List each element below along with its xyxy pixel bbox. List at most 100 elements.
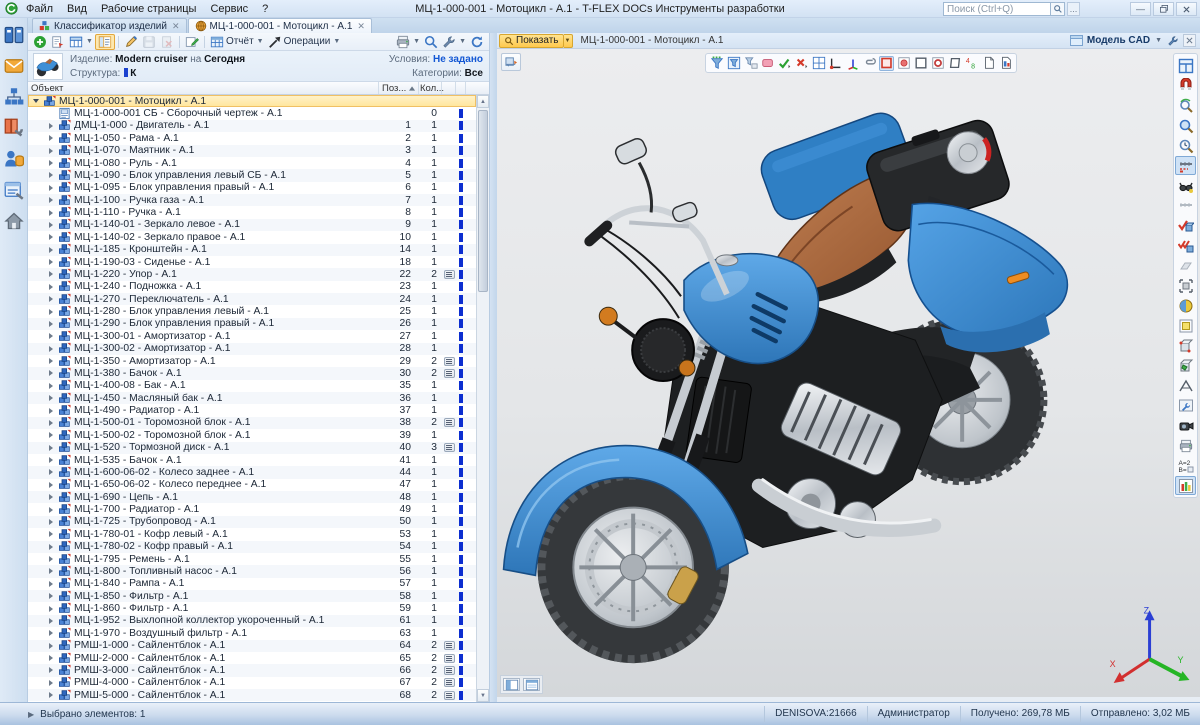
collapse-arrow-icon[interactable] [32, 97, 40, 105]
table-row[interactable]: МЦ-1-500-02 - Торомозной блок - А.1 39 1 [28, 429, 476, 441]
compare-structure-button[interactable] [501, 53, 521, 71]
visibility-glasses-icon[interactable] [1175, 176, 1196, 195]
expand-arrow-icon[interactable] [47, 456, 55, 464]
row-menu-icon[interactable] [444, 369, 455, 378]
clear-filter-x-icon[interactable] [794, 56, 809, 71]
axis-origin-icon[interactable] [828, 56, 843, 71]
table-row[interactable]: МЦ-1-300-01 - Амортизатор - А.1 27 1 [28, 330, 476, 342]
attach-clip-icon[interactable] [862, 56, 877, 71]
table-row[interactable]: МЦ-1-350 - Амортизатор - А.1 29 2 [28, 355, 476, 367]
panel-form-icon[interactable] [95, 34, 115, 50]
table-row[interactable]: МЦ-1-535 - Бачок - А.1 41 1 [28, 454, 476, 466]
menu-item[interactable]: Рабочие страницы [94, 3, 204, 15]
shading-sphere-icon[interactable] [1175, 296, 1196, 315]
filter-frame-icon[interactable] [726, 56, 741, 71]
tab-1[interactable]: МЦ-1-000-001 - Мотоцикл - А.1✕ [188, 18, 372, 33]
expand-arrow-icon[interactable] [47, 270, 55, 278]
expand-arrow-icon[interactable] [47, 691, 55, 699]
table-row[interactable]: МЦ-1-190-03 - Сиденье - А.1 18 1 [28, 256, 476, 268]
collapse-arrow-icon[interactable]: ▶ [28, 710, 34, 719]
minimize-button[interactable]: — [1130, 2, 1151, 16]
table-row[interactable]: МЦ-1-690 - Цепь - А.1 48 1 [28, 491, 476, 503]
expand-arrow-icon[interactable] [47, 184, 55, 192]
close-icon[interactable] [1183, 34, 1196, 47]
settings-window-icon[interactable] [1175, 396, 1196, 415]
expand-arrow-icon[interactable] [47, 506, 55, 514]
table-row[interactable]: МЦ-1-780-01 - Кофр левый - А.1 53 1 [28, 528, 476, 540]
motorcycle-3d-model[interactable]: X Y Z [497, 49, 1200, 697]
table-dropdown-icon[interactable]: ▼ [67, 34, 95, 50]
table-row[interactable]: МЦ-1-100 - Ручка газа - А.1 7 1 [28, 194, 476, 206]
table-row[interactable]: МЦ-1-300-02 - Амортизатор - А.1 28 1 [28, 343, 476, 355]
cube-facet-icon[interactable] [1175, 356, 1196, 375]
table-row[interactable]: МЦ-1-725 - Трубопровод - А.1 50 1 [28, 516, 476, 528]
table-row[interactable]: ДМЦ-1-000 - Двигатель - А.1 1 1 [28, 120, 476, 132]
panel-splitter[interactable] [490, 33, 497, 702]
table-row[interactable]: МЦ-1-520 - Тормозной диск - А.1 40 3 [28, 442, 476, 454]
save-icon[interactable] [140, 34, 158, 50]
table-row[interactable]: МЦ-1-800 - Топливный насос - А.1 56 1 [28, 565, 476, 577]
search-icon[interactable] [422, 34, 440, 50]
row-menu-icon[interactable] [444, 418, 455, 427]
layout-top-pane-icon[interactable] [523, 678, 540, 691]
perspective-icon[interactable] [1175, 376, 1196, 395]
tab-close-icon[interactable]: ✕ [172, 21, 180, 32]
expand-arrow-icon[interactable] [47, 246, 55, 254]
expand-arrow-icon[interactable] [47, 468, 55, 476]
menu-item[interactable]: ? [255, 3, 275, 15]
expand-arrow-icon[interactable] [47, 221, 55, 229]
search-icon[interactable] [1051, 2, 1065, 16]
expand-arrow-icon[interactable] [47, 332, 55, 340]
table-row[interactable]: МЦ-1-080 - Руль - А.1 4 1 [28, 157, 476, 169]
expand-arrow-icon[interactable] [47, 654, 55, 662]
window-grid-icon[interactable] [1175, 56, 1196, 75]
measure-icon[interactable] [1175, 156, 1196, 175]
print-icon[interactable]: ▼ [394, 34, 422, 50]
chevron-down-icon[interactable]: ▼ [1155, 37, 1162, 44]
menu-item[interactable]: Сервис [203, 3, 255, 15]
table-row[interactable]: РМШ-3-000 - Сайлентблок - А.1 66 2 [28, 664, 476, 676]
expand-arrow-icon[interactable] [47, 679, 55, 687]
expand-arrow-icon[interactable] [47, 666, 55, 674]
workplane-yellow-icon[interactable] [1175, 316, 1196, 335]
verify-cube-icon[interactable] [1175, 216, 1196, 235]
table-row[interactable]: МЦ-1-650-06-02 - Колесо переднее - А.1 4… [28, 479, 476, 491]
filter-mini-icon[interactable] [743, 56, 758, 71]
variables-ab-icon[interactable]: A=2B= [1175, 456, 1196, 475]
table-row[interactable]: МЦ-1-795 - Ремень - А.1 55 1 [28, 553, 476, 565]
table-row[interactable]: РМШ-2-000 - Сайлентблок - А.1 65 2 [28, 652, 476, 664]
user-database-icon[interactable] [3, 148, 25, 170]
expand-arrow-icon[interactable] [47, 233, 55, 241]
expand-arrow-icon[interactable] [47, 196, 55, 204]
axis-triad-icon[interactable] [845, 56, 860, 71]
plane-disabled-icon[interactable] [1175, 256, 1196, 275]
expand-arrow-icon[interactable] [47, 134, 55, 142]
zoom-extents-icon[interactable] [1175, 136, 1196, 155]
conditions-value[interactable]: Не задано [433, 54, 483, 65]
table-row[interactable]: МЦ-1-952 - Выхлопной коллектор укороченн… [28, 615, 476, 627]
operations-button[interactable]: Операции▼ [266, 34, 343, 50]
expand-arrow-icon[interactable] [47, 555, 55, 563]
section-tilt-icon[interactable] [947, 56, 962, 71]
restore-button[interactable] [1153, 2, 1174, 16]
expand-arrow-icon[interactable] [47, 159, 55, 167]
table-row[interactable]: МЦ-1-140-01 - Зеркало левое - А.1 9 1 [28, 219, 476, 231]
page-color-icon[interactable] [998, 56, 1013, 71]
zoom-icon[interactable] [1175, 116, 1196, 135]
menu-item[interactable]: Вид [60, 3, 94, 15]
scrollbar-thumb[interactable] [478, 110, 488, 292]
expand-arrow-icon[interactable] [47, 481, 55, 489]
menu-item[interactable]: Файл [19, 3, 60, 15]
apply-filter-check-icon[interactable] [777, 56, 792, 71]
add-plus-icon[interactable] [31, 34, 49, 50]
grid-table-icon[interactable] [811, 56, 826, 71]
row-menu-icon[interactable] [444, 691, 455, 700]
expand-arrow-icon[interactable] [47, 357, 55, 365]
column-pos[interactable]: Поз... [379, 82, 419, 94]
expand-arrow-icon[interactable] [47, 419, 55, 427]
tab-close-icon[interactable]: ✕ [357, 21, 365, 32]
section-ring-icon[interactable] [930, 56, 945, 71]
expand-arrow-icon[interactable] [47, 369, 55, 377]
refresh-icon[interactable] [468, 34, 486, 50]
expand-arrow-icon[interactable] [47, 592, 55, 600]
